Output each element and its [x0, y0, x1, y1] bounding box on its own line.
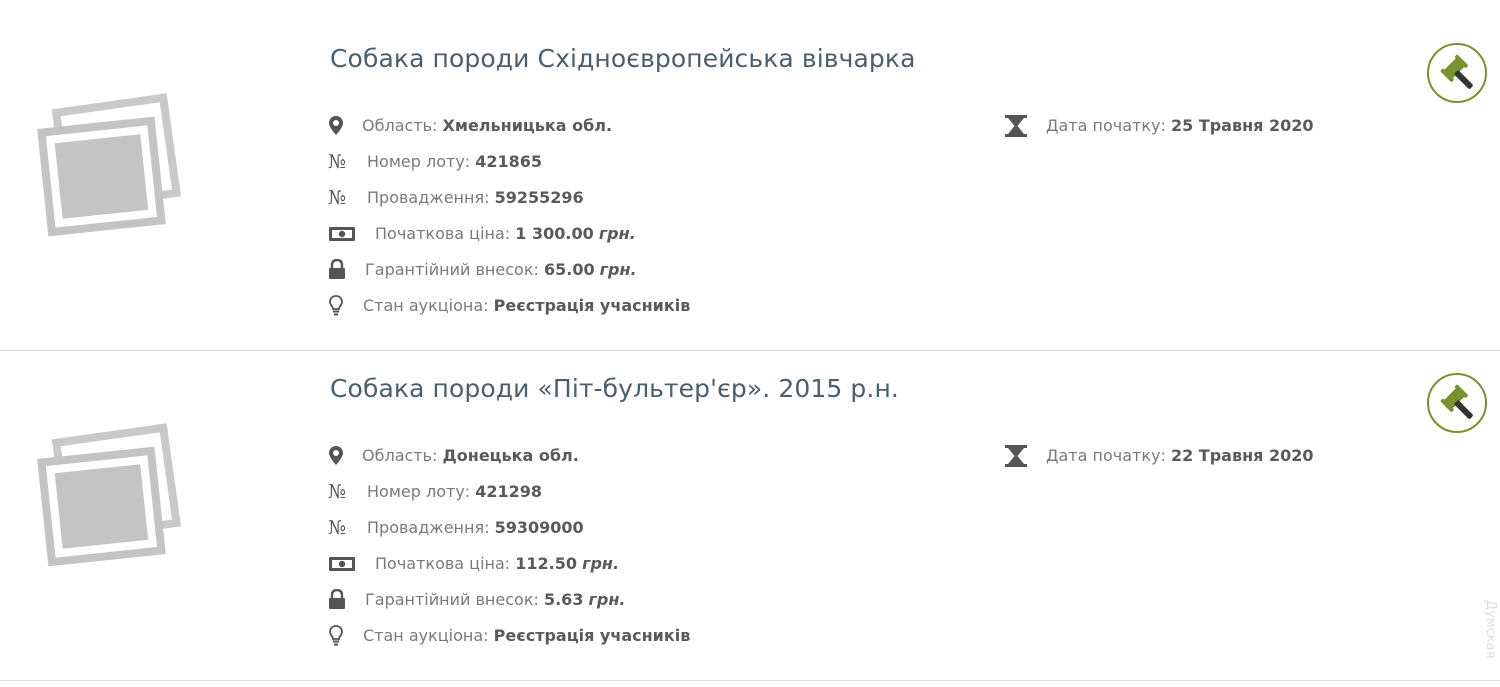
- guarantee-label: Гарантійний внесок:: [365, 260, 539, 279]
- hourglass-icon: [1005, 115, 1027, 137]
- lot-number-value: 421298: [475, 482, 543, 501]
- start-price-currency: грн.: [598, 224, 636, 243]
- start-date-label: Дата початку:: [1046, 446, 1166, 465]
- lock-icon: [329, 259, 345, 279]
- guarantee-currency: грн.: [588, 590, 626, 609]
- start-price-value: 1 300.00: [515, 224, 594, 243]
- proceeding-label: Провадження:: [367, 188, 490, 207]
- auction-button[interactable]: [1427, 373, 1487, 433]
- gavel-icon: [1440, 384, 1473, 419]
- lot-title[interactable]: Собака породи «Піт-бультер'єр». 2015 р.н…: [330, 374, 899, 403]
- region-row: Область: Хмельницька обл.: [328, 113, 848, 149]
- gavel-icon: [1440, 54, 1473, 89]
- hourglass-icon: [1005, 445, 1027, 467]
- region-row: Область: Донецька обл.: [328, 443, 848, 479]
- lot-number-label: Номер лоту:: [367, 152, 471, 171]
- start-price-label: Початкова ціна:: [375, 554, 511, 573]
- lot-number-label: Номер лоту:: [367, 482, 471, 501]
- number-sign-icon: №: [328, 481, 346, 503]
- lot-card: Собака породи «Піт-бультер'єр». 2015 р.н…: [0, 350, 1500, 681]
- guarantee-value: 65.00: [543, 260, 595, 279]
- number-sign-icon: №: [328, 151, 346, 173]
- guarantee-row: Гарантійний внесок: 65.00 грн.: [328, 257, 848, 293]
- start-date-value: 25 Травня 2020: [1170, 116, 1314, 135]
- lot-number-value: 421865: [475, 152, 543, 171]
- status-label: Стан аукціона:: [363, 296, 489, 315]
- guarantee-row: Гарантійний внесок: 5.63 грн.: [328, 587, 848, 623]
- status-row: Стан аукціона: Реєстрація учасників: [328, 293, 848, 329]
- watermark: Думская: [1483, 600, 1498, 659]
- start-date-label: Дата початку:: [1046, 116, 1166, 135]
- status-value: Реєстрація учасників: [493, 626, 691, 645]
- number-sign-icon: №: [328, 187, 346, 209]
- lot-details: Область: Донецька обл. № Номер лоту: 421…: [328, 443, 848, 659]
- start-price-label: Початкова ціна:: [375, 224, 511, 243]
- region-value: Хмельницька обл.: [442, 116, 613, 135]
- start-price-row: Початкова ціна: 112.50 грн.: [328, 551, 848, 587]
- proceeding-row: № Провадження: 59309000: [328, 515, 848, 551]
- image-placeholder-icon: [37, 423, 182, 567]
- region-label: Область:: [362, 116, 438, 135]
- proceeding-row: № Провадження: 59255296: [328, 185, 848, 221]
- banknote-icon: [329, 557, 355, 571]
- proceeding-value: 59309000: [494, 518, 584, 537]
- guarantee-value: 5.63: [543, 590, 584, 609]
- lot-number-row: № Номер лоту: 421865: [328, 149, 848, 185]
- map-marker-icon: [329, 446, 343, 465]
- start-price-value: 112.50: [515, 554, 578, 573]
- start-price-row: Початкова ціна: 1 300.00 грн.: [328, 221, 848, 257]
- lock-icon: [329, 589, 345, 609]
- start-price-currency: грн.: [582, 554, 620, 573]
- lot-details: Область: Хмельницька обл. № Номер лоту: …: [328, 113, 848, 329]
- auction-button[interactable]: [1427, 43, 1487, 103]
- lightbulb-icon: [329, 295, 343, 316]
- lot-card: Собака породи Східноєвропейська вівчарка: [0, 20, 1500, 351]
- auction-lot-list: Собака породи Східноєвропейська вівчарка: [0, 0, 1500, 687]
- status-value: Реєстрація учасників: [493, 296, 691, 315]
- proceeding-label: Провадження:: [367, 518, 490, 537]
- image-placeholder-icon: [37, 93, 182, 237]
- lightbulb-icon: [329, 625, 343, 646]
- lot-title[interactable]: Собака породи Східноєвропейська вівчарка: [330, 44, 916, 73]
- lot-number-row: № Номер лоту: 421298: [328, 479, 848, 515]
- status-label: Стан аукціона:: [363, 626, 489, 645]
- number-sign-icon: №: [328, 517, 346, 539]
- map-marker-icon: [329, 116, 343, 135]
- proceeding-value: 59255296: [494, 188, 584, 207]
- region-value: Донецька обл.: [442, 446, 579, 465]
- banknote-icon: [329, 227, 355, 241]
- guarantee-currency: грн.: [599, 260, 637, 279]
- guarantee-label: Гарантійний внесок:: [365, 590, 539, 609]
- status-row: Стан аукціона: Реєстрація учасників: [328, 623, 848, 659]
- region-label: Область:: [362, 446, 438, 465]
- start-date-value: 22 Травня 2020: [1170, 446, 1314, 465]
